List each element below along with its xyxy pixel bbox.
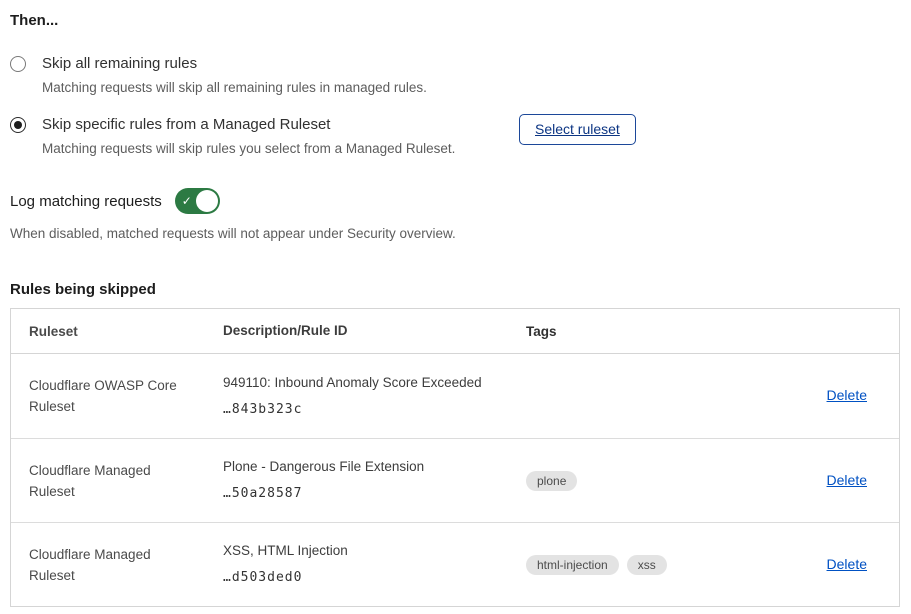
table-row: Cloudflare Managed Ruleset XSS, HTML Inj… (11, 522, 899, 606)
rules-table-body: Cloudflare OWASP Core Ruleset 949110: In… (11, 354, 899, 606)
option-label-skip-all: Skip all remaining rules (42, 53, 477, 75)
tag-pill: html-injection (526, 555, 619, 575)
actions-cell: Delete (754, 472, 899, 490)
option-skip-specific-rules: Skip specific rules from a Managed Rules… (10, 114, 900, 158)
rule-description: XSS, HTML Injection (223, 541, 510, 561)
rule-description: 949110: Inbound Anomaly Score Exceeded (223, 373, 510, 393)
actions-cell: Delete (754, 556, 899, 574)
radio-skip-all-rules[interactable] (10, 56, 26, 72)
table-header-row: Ruleset Description/Rule ID Tags (11, 309, 899, 354)
rule-id: …d503ded0 (223, 568, 510, 588)
column-header-description: Description/Rule ID (223, 321, 526, 341)
actions-cell: Delete (754, 387, 899, 405)
log-matching-label: Log matching requests (10, 193, 162, 210)
option-desc-skip-specific: Matching requests will skip rules you se… (42, 139, 477, 158)
log-matching-description: When disabled, matched requests will not… (10, 224, 900, 243)
table-row: Cloudflare Managed Ruleset Plone - Dange… (11, 438, 899, 522)
rules-skipped-table: Ruleset Description/Rule ID Tags Cloudfl… (10, 308, 900, 607)
ruleset-name: Cloudflare OWASP Core Ruleset (11, 375, 223, 417)
check-icon: ✓ (182, 195, 192, 207)
table-row: Cloudflare OWASP Core Ruleset 949110: In… (11, 354, 899, 438)
select-ruleset-button[interactable]: Select ruleset (519, 114, 636, 145)
column-header-tags: Tags (526, 324, 754, 339)
delete-link[interactable]: Delete (827, 556, 867, 572)
tag-pill: plone (526, 471, 577, 491)
tags-cell: html-injection xss (526, 555, 754, 575)
option-label-skip-specific: Skip specific rules from a Managed Rules… (42, 114, 477, 136)
log-matching-toggle[interactable]: ✓ (175, 188, 220, 214)
ruleset-name: Cloudflare Managed Ruleset (11, 460, 223, 502)
option-skip-all-rules: Skip all remaining rules Matching reques… (10, 53, 900, 97)
toggle-knob (196, 190, 218, 212)
tag-pill: xss (627, 555, 667, 575)
rule-description-cell: 949110: Inbound Anomaly Score Exceeded …… (223, 373, 526, 420)
rule-id: …843b323c (223, 400, 510, 420)
waf-rule-config-page: Then... Skip all remaining rules Matchin… (0, 0, 911, 607)
option-text: Skip all remaining rules Matching reques… (42, 53, 477, 97)
rule-description-cell: Plone - Dangerous File Extension …50a285… (223, 457, 526, 504)
column-header-ruleset: Ruleset (11, 321, 223, 342)
ruleset-name: Cloudflare Managed Ruleset (11, 544, 223, 586)
delete-link[interactable]: Delete (827, 387, 867, 403)
delete-link[interactable]: Delete (827, 472, 867, 488)
rule-id: …50a28587 (223, 484, 510, 504)
rule-description-cell: XSS, HTML Injection …d503ded0 (223, 541, 526, 588)
rules-skipped-title: Rules being skipped (10, 281, 900, 298)
tags-cell: plone (526, 471, 754, 491)
rule-description: Plone - Dangerous File Extension (223, 457, 510, 477)
option-desc-skip-all: Matching requests will skip all remainin… (42, 78, 477, 97)
log-matching-row: Log matching requests ✓ (10, 188, 900, 214)
radio-skip-specific-rules[interactable] (10, 117, 26, 133)
option-text: Skip specific rules from a Managed Rules… (42, 114, 477, 158)
then-section-title: Then... (10, 12, 900, 29)
